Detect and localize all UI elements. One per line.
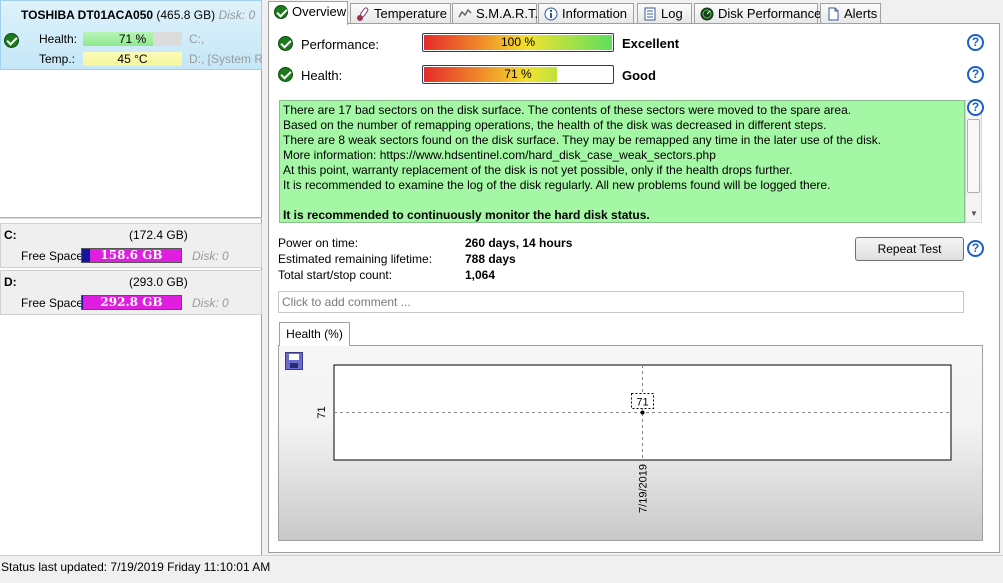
disk-drives-2: D:, [System R: [189, 52, 262, 66]
alerts-icon: [828, 7, 839, 21]
tab-label: Information: [562, 6, 628, 21]
message-line: Based on the number of remapping operati…: [283, 118, 827, 132]
performance-ok-icon: [278, 36, 293, 51]
status-text: Status last updated: 7/19/2019 Friday 11…: [1, 560, 271, 574]
message-line: At this point, warranty replacement of t…: [283, 163, 793, 177]
volume-letter: C:: [4, 228, 17, 242]
disk-temp-value: 45 °C: [117, 52, 148, 66]
message-line: There are 8 weak sectors found on the di…: [283, 133, 882, 147]
tab-label: Alerts: [844, 6, 878, 21]
status-bar: Status last updated: 7/19/2019 Friday 11…: [0, 555, 1003, 583]
volume-letter: D:: [4, 275, 17, 289]
volume-disk: Disk: 0: [192, 296, 229, 310]
disk-title: TOSHIBA DT01ACA050 (465.8 GB) Disk: 0: [21, 8, 255, 22]
disk-temp-bar: 45 °C: [83, 52, 182, 66]
tab-health-graph[interactable]: Health (%): [279, 322, 350, 346]
performance-meter: 100 %: [422, 33, 614, 52]
log-icon: [644, 7, 656, 21]
volume-d[interactable]: D: (293.0 GB) Free Space 292.8 GB Disk: …: [0, 270, 262, 315]
performance-rating: Excellent: [622, 36, 680, 51]
comment-field[interactable]: Click to add comment ...: [278, 291, 964, 313]
lifetime-label: Estimated remaining lifetime:: [278, 252, 433, 266]
gauge-icon: [700, 7, 714, 21]
health-help-icon[interactable]: ?: [967, 66, 984, 83]
status-ok-icon: [4, 33, 19, 48]
tab-smart[interactable]: S.M.A.R.T.: [452, 3, 539, 24]
free-space-value: 292.8 GB: [100, 295, 163, 309]
check-icon: [274, 5, 288, 19]
message-scrollbar[interactable]: ▲ ▼: [965, 100, 982, 223]
disk-health-bar: 71 %: [83, 32, 182, 46]
tab-label: S.M.A.R.T.: [476, 6, 539, 21]
status-message-box[interactable]: There are 17 bad sectors on the disk sur…: [279, 100, 965, 223]
startstop-value: 1,064: [465, 268, 496, 282]
y-tick-label: 71: [316, 406, 328, 418]
tab-log[interactable]: Log: [637, 3, 692, 24]
free-space-label: Free Space: [21, 296, 84, 310]
disk-model: TOSHIBA DT01ACA050: [21, 8, 154, 22]
disk-temp-label: Temp.:: [39, 52, 76, 66]
message-line: More information: https://www.hdsentinel…: [283, 148, 716, 162]
power-on-value: 260 days, 14 hours: [465, 236, 573, 250]
disk-entry[interactable]: TOSHIBA DT01ACA050 (465.8 GB) Disk: 0 He…: [0, 0, 262, 70]
disk-drives-1: C:,: [189, 32, 205, 46]
power-on-label: Power on time:: [278, 236, 359, 250]
disk-size: (465.8 GB): [156, 8, 216, 22]
scroll-thumb[interactable]: [967, 119, 980, 193]
overview-page: Performance: 100 % Excellent ? Health: 7…: [268, 23, 1000, 553]
tab-label: Overview: [292, 4, 347, 19]
scroll-down-icon[interactable]: ▼: [970, 209, 978, 218]
volume-size: (293.0 GB): [129, 275, 188, 289]
free-space-label: Free Space: [21, 249, 84, 263]
health-ok-icon: [278, 67, 293, 82]
thermometer-icon: [357, 7, 369, 21]
performance-label: Performance:: [301, 37, 380, 52]
used-space-fill: [82, 249, 90, 262]
disk-health-value: 71 %: [118, 32, 147, 46]
tab-alerts[interactable]: Alerts: [820, 3, 881, 24]
tab-bar: Overview Temperature S.M.A.R.T. Informat…: [265, 1, 1003, 25]
message-line: There are 17 bad sectors on the disk sur…: [283, 103, 852, 117]
disk-number: Disk: 0: [218, 8, 256, 22]
data-label: 71: [636, 397, 648, 409]
message-line: It is recommended to examine the log of …: [283, 178, 831, 192]
free-space-value: 158.6 GB: [100, 248, 163, 262]
health-graph-panel: 71 71 7/19/2019: [278, 345, 983, 541]
volume-size: (172.4 GB): [129, 228, 188, 242]
tab-temperature[interactable]: Temperature: [350, 3, 451, 24]
tab-disk-performance[interactable]: Disk Performance: [694, 3, 822, 24]
recommendation-line: It is recommended to continuously monito…: [283, 208, 650, 222]
tab-label: Disk Performance: [718, 6, 822, 21]
repeat-test-help-icon[interactable]: ?: [967, 240, 984, 257]
tab-label: Log: [661, 6, 683, 21]
health-chart: 71 71 7/19/2019: [316, 364, 952, 513]
lifetime-value: 788 days: [465, 252, 516, 266]
volume-c[interactable]: C: (172.4 GB) Free Space 158.6 GB Disk: …: [0, 223, 262, 268]
data-point: [640, 410, 645, 415]
tab-label: Temperature: [374, 6, 447, 21]
health-rating: Good: [622, 68, 656, 83]
repeat-test-button[interactable]: Repeat Test: [855, 237, 964, 261]
info-icon: [544, 7, 558, 21]
smart-icon: [458, 8, 472, 18]
free-space-bar: 158.6 GB: [81, 248, 182, 263]
panel-splitter[interactable]: [0, 217, 262, 219]
tab-information[interactable]: Information: [538, 3, 634, 24]
performance-value: 100 %: [500, 35, 536, 49]
disk-health-label: Health:: [39, 32, 78, 46]
messages-help-icon[interactable]: ?: [967, 99, 984, 116]
details-panel: Overview Temperature S.M.A.R.T. Informat…: [265, 0, 1003, 555]
disk-list-panel: TOSHIBA DT01ACA050 (465.8 GB) Disk: 0 He…: [0, 0, 262, 555]
x-tick-label: 7/19/2019: [638, 464, 650, 513]
health-meter: 71 %: [422, 65, 614, 84]
startstop-label: Total start/stop count:: [278, 268, 393, 282]
performance-help-icon[interactable]: ?: [967, 34, 984, 51]
health-value: 71 %: [504, 67, 532, 81]
tab-overview[interactable]: Overview: [268, 1, 348, 25]
used-space-fill: [82, 296, 83, 309]
health-label: Health:: [301, 68, 343, 83]
volume-disk: Disk: 0: [192, 249, 229, 263]
free-space-bar: 292.8 GB: [81, 295, 182, 310]
